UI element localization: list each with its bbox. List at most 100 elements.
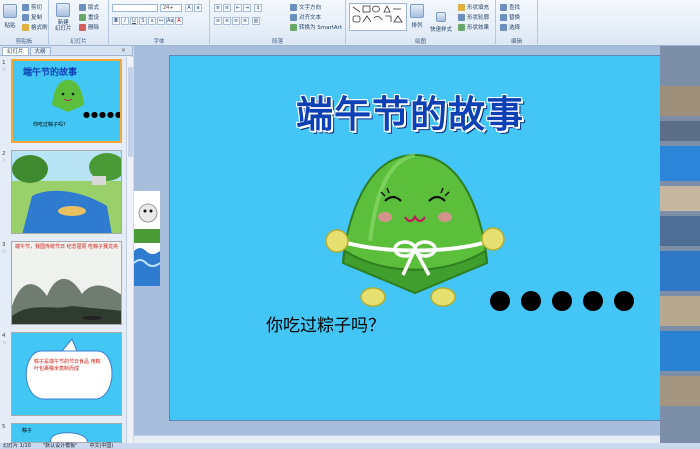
editing-group: 查找 替换 选择 编辑 xyxy=(496,0,538,46)
underline-icon[interactable]: U xyxy=(130,17,138,25)
shapes-gallery-icons xyxy=(352,5,403,23)
background-image-strip xyxy=(660,46,700,443)
slides-group-label: 幻灯片 xyxy=(70,39,87,45)
thumb-ink-landscape xyxy=(12,278,121,324)
tab-outline[interactable]: 大纲 xyxy=(29,47,51,55)
background-stripes xyxy=(660,86,700,406)
ribbon: 粘贴 剪切 复制 格式刷 剪贴板 新建 幻灯片 版式 重设 删除 幻灯片 24+… xyxy=(0,0,700,46)
font-size-combo[interactable]: 24+ xyxy=(160,4,182,12)
delete-button[interactable]: 删除 xyxy=(79,23,99,31)
arrange-icon xyxy=(410,4,424,18)
copy-button[interactable]: 复制 xyxy=(22,13,42,21)
format-painter-button[interactable]: 格式刷 xyxy=(22,23,48,31)
editor-horizontal-scrollbar[interactable] xyxy=(134,435,700,443)
fill-bucket-icon xyxy=(458,3,465,11)
panel-scrollbar[interactable] xyxy=(126,57,133,443)
text-direction-icon xyxy=(290,3,297,11)
select-button[interactable]: 选择 xyxy=(500,23,520,31)
zongzi-mascot[interactable] xyxy=(325,151,505,311)
bullets-icon[interactable]: ≡ xyxy=(214,4,222,12)
thumb-landscape xyxy=(12,151,121,233)
tab-slides[interactable]: 幻灯片 xyxy=(2,47,29,55)
thumb-text: 粽子 xyxy=(22,428,33,434)
slide-thumbnail-2[interactable]: 2 ☆ xyxy=(0,150,126,238)
slide-canvas[interactable]: 端午节的故事 你吃过粽子吗？ xyxy=(169,55,661,421)
italic-icon[interactable]: I xyxy=(121,17,129,25)
layout-button[interactable]: 版式 xyxy=(79,3,99,11)
slide-title[interactable]: 端午节的故事 xyxy=(230,84,590,138)
line-spacing-icon[interactable]: ↕ xyxy=(254,4,262,12)
animation-star-icon: ☆ xyxy=(2,249,7,255)
paste-button[interactable]: 粘贴 xyxy=(3,4,17,29)
font-color-icon[interactable]: A xyxy=(175,17,183,25)
font-name-combo[interactable] xyxy=(112,4,158,12)
case-icon[interactable]: Aa xyxy=(166,17,174,25)
columns-icon[interactable]: ▥ xyxy=(252,17,260,25)
ellipsis-dots xyxy=(490,291,634,311)
numbering-icon[interactable]: ≡ xyxy=(223,4,231,12)
layout-icon xyxy=(79,3,86,11)
reset-button[interactable]: 重设 xyxy=(79,13,99,21)
thumb-speech-bubble xyxy=(25,338,113,400)
close-icon[interactable]: × xyxy=(121,47,126,54)
cut-button[interactable]: 剪切 xyxy=(22,3,42,11)
slide-number: 3 xyxy=(2,242,6,248)
slide-thumbnail-5[interactable]: 5 粽子 xyxy=(0,423,126,443)
slide-thumbnail-3[interactable]: 3 ☆ 端午节，我国传统节日 纪念屈原 吃粽子赛龙舟 xyxy=(0,241,126,329)
slide-thumbnail-1[interactable]: 1 ☆ 端午节的故事 你吃过粽子吗？ ●●●●● xyxy=(0,59,126,147)
shapes-gallery[interactable] xyxy=(349,3,407,31)
slide-number: 1 xyxy=(2,60,6,66)
slide-thumbnail-4[interactable]: 4 ☆ 粽子是端午节的节日食品 用粽叶包裹糯米蒸制而成 xyxy=(0,332,126,420)
shape-outline-button[interactable]: 形状轮廓 xyxy=(458,13,489,21)
slide-editor: 端午节的故事 你吃过粽子吗？ xyxy=(134,46,700,443)
spacing-icon[interactable]: ↔ xyxy=(157,17,165,25)
slides-panel: 幻灯片 大纲 × 1 ☆ 端午节的故事 你吃过粽子吗？ ●●●●● 2 ☆ 3 … xyxy=(0,46,133,443)
dot xyxy=(583,291,603,311)
grow-font-icon[interactable]: A xyxy=(185,4,193,12)
arrange-button[interactable]: 排列 xyxy=(410,4,424,29)
font-group-label: 字体 xyxy=(153,39,165,45)
justify-icon[interactable]: ≡ xyxy=(241,17,249,25)
slide-question-text[interactable]: 你吃过粽子吗？ xyxy=(266,311,385,336)
drawing-group: 排列 快速样式 形状填充 形状轮廓 形状效果 绘图 xyxy=(346,0,496,46)
align-left-icon[interactable]: ≡ xyxy=(214,17,222,25)
replace-button[interactable]: 替换 xyxy=(500,13,520,21)
bold-icon[interactable]: B xyxy=(112,17,120,25)
clipboard-group-label: 剪贴板 xyxy=(15,39,33,45)
outdent-icon[interactable]: ⇤ xyxy=(234,4,242,12)
binoculars-icon xyxy=(500,3,507,11)
quick-styles-button[interactable]: 快速样式 xyxy=(430,12,452,33)
shape-effects-button[interactable]: 形状效果 xyxy=(458,23,489,31)
copy-icon xyxy=(22,13,29,21)
new-slide-icon xyxy=(56,3,71,17)
shrink-font-icon[interactable]: a xyxy=(194,4,202,12)
align-right-icon[interactable]: ≡ xyxy=(232,17,240,25)
panel-scrollbar-thumb[interactable] xyxy=(128,67,133,157)
slide-count-status: 幻灯片 1/10 xyxy=(3,443,31,449)
slide-thumbnail-image: 粽子是端午节的节日食品 用粽叶包裹糯米蒸制而成 xyxy=(11,332,122,416)
animation-star-icon: ☆ xyxy=(2,158,7,164)
editing-group-label: 编辑 xyxy=(510,39,522,45)
text-direction-button[interactable]: 文字方向 xyxy=(290,3,321,11)
paste-label: 粘贴 xyxy=(4,23,16,29)
indent-icon[interactable]: ⇥ xyxy=(243,4,251,12)
new-slide-button[interactable]: 新建 幻灯片 xyxy=(55,3,72,32)
thumb-text: 端午节，我国传统节日 纪念屈原 吃粽子赛龙舟 xyxy=(15,244,119,250)
strike-icon[interactable]: S xyxy=(139,17,147,25)
font-group: 24+ A a B I U S s ↔ Aa A 字体 xyxy=(109,0,210,46)
slides-group: 新建 幻灯片 版式 重设 删除 幻灯片 xyxy=(49,0,109,46)
smartart-button[interactable]: 转换为 SmartArt xyxy=(290,23,342,31)
shape-fill-button[interactable]: 形状填充 xyxy=(458,3,489,11)
delete-icon xyxy=(79,23,86,31)
theme-status: "默认设计模板" xyxy=(42,443,78,449)
animation-star-icon: ☆ xyxy=(2,67,7,73)
slide-thumbnail-image: 端午节，我国传统节日 纪念屈原 吃粽子赛龙舟 xyxy=(11,241,122,325)
align-center-icon[interactable]: ≡ xyxy=(223,17,231,25)
align-text-button[interactable]: 对齐文本 xyxy=(290,13,321,21)
slide-thumbnail-image: 粽子 xyxy=(11,423,122,443)
shadow-icon[interactable]: s xyxy=(148,17,156,25)
panel-tabs: 幻灯片 大纲 xyxy=(0,46,132,56)
find-button[interactable]: 查找 xyxy=(500,3,520,11)
dot xyxy=(614,291,634,311)
background-decoration xyxy=(134,191,160,286)
